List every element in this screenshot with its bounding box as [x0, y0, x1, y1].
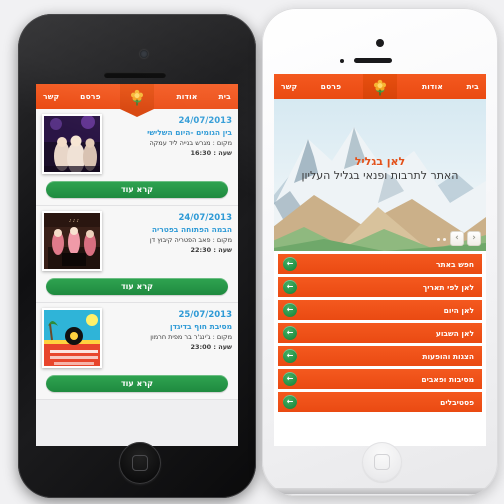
front-camera-icon [376, 39, 384, 47]
flower-icon [130, 89, 144, 106]
event-title[interactable]: בין הגומים -היום השלישי [108, 127, 232, 138]
event-card[interactable]: 24/07/2013 בין הגומים -היום השלישי מקום … [36, 109, 238, 206]
event-card[interactable]: 24/07/2013 הבמה הפתוחה בפטריה מקום : פאב… [36, 206, 238, 303]
device-bottom-edge [268, 488, 492, 494]
event-thumbnail[interactable]: ♪ ♪ ♪ [42, 211, 102, 271]
menu-item-label: לאן היום [443, 305, 474, 315]
proximity-sensor-icon [340, 59, 344, 63]
sidebar-item-contact[interactable]: קשר [43, 92, 59, 101]
carousel-next-button[interactable]: › [467, 231, 481, 246]
menu-item-parties-pubs[interactable]: מסיבות ופאבים ← [278, 369, 482, 389]
menu-item-search-site[interactable]: חפש באתר ← [278, 254, 482, 274]
sidebar-item-publish[interactable]: פרסם [321, 82, 342, 91]
sidebar-item-home[interactable]: בית [466, 82, 479, 91]
front-camera-icon [140, 50, 148, 58]
menu-item-label: לאן לפי תאריך [422, 282, 474, 292]
arrow-left-icon: ← [283, 372, 297, 386]
right-phone-screen: בית אודות פרסם קשר לאן בגליל האתר לתרבות… [274, 74, 486, 446]
sidebar-item-publish[interactable]: פרסם [80, 92, 101, 101]
right-navbar: בית אודות פרסם קשר [274, 74, 486, 107]
event-date: 24/07/2013 [178, 213, 232, 223]
event-title[interactable]: הבמה הפתוחה בפטריה [108, 224, 232, 235]
menu-item-today[interactable]: לאן היום ← [278, 300, 482, 320]
screenshot-stage: בית אודות פרסם קשר 24/07/2013 בין הגומים… [0, 0, 504, 504]
carousel-dot[interactable] [443, 238, 446, 241]
menu-item-label: חפש באתר [435, 259, 474, 269]
logo-button[interactable] [120, 84, 154, 117]
hero-subtitle: האתר לתרבות ופנאי בגליל העליון [301, 169, 459, 182]
menu-item-label: פסטיבלים [440, 397, 474, 407]
home-button[interactable] [119, 442, 161, 484]
menu-item-label: הצגות והופעות [422, 351, 474, 361]
earpiece-speaker [354, 58, 392, 63]
event-thumbnail[interactable] [42, 308, 102, 368]
sidebar-item-contact[interactable]: קשר [281, 82, 297, 91]
left-navbar: בית אודות פרסם קשר [36, 84, 238, 117]
main-menu-list: חפש באתר ← לאן לפי תאריך ← לאן היום ← לא… [274, 251, 486, 412]
event-place: מקום : מגרש בנייה ליד עמקה [149, 139, 232, 147]
arrow-left-icon: ← [283, 303, 297, 317]
earpiece-speaker [104, 72, 166, 78]
arrow-left-icon: ← [283, 326, 297, 340]
hero-carousel[interactable]: לאן בגליל האתר לתרבות ופנאי בגליל העליון… [274, 99, 486, 251]
flower-icon [373, 79, 387, 96]
carousel-dot[interactable] [437, 238, 440, 241]
event-card[interactable]: 25/07/2013 מסיבת חוף בדיגדן מקום : ג'ינג… [36, 303, 238, 400]
menu-item-label: מסיבות ופאבים [421, 374, 474, 384]
carousel-dots[interactable] [437, 238, 446, 241]
svg-text:♪ ♪ ♪: ♪ ♪ ♪ [69, 218, 80, 223]
menu-item-festivals[interactable]: פסטיבלים ← [278, 392, 482, 412]
volume-up-button[interactable] [18, 110, 19, 130]
home-button[interactable] [362, 442, 402, 482]
menu-item-by-date[interactable]: לאן לפי תאריך ← [278, 277, 482, 297]
menu-item-this-week[interactable]: לאן השבוע ← [278, 323, 482, 343]
arrow-left-icon: ← [283, 349, 297, 363]
arrow-left-icon: ← [283, 257, 297, 271]
arrow-left-icon: ← [283, 280, 297, 294]
sidebar-item-home[interactable]: בית [218, 92, 231, 101]
event-thumbnail[interactable] [42, 114, 102, 174]
sidebar-item-about[interactable]: אודות [176, 92, 197, 101]
arrow-left-icon: ← [283, 395, 297, 409]
menu-item-label: לאן השבוע [435, 328, 474, 338]
left-phone-screen: בית אודות פרסם קשר 24/07/2013 בין הגומים… [36, 84, 238, 446]
volume-down-button[interactable] [18, 138, 19, 158]
event-place: מקום : פאב הפטריה קיבוץ דן [149, 236, 232, 244]
event-time: שעה : 16:30 [190, 149, 232, 157]
iphone-black-device: בית אודות פרסם קשר 24/07/2013 בין הגומים… [18, 14, 256, 498]
hero-title: לאן בגליל [354, 155, 406, 168]
menu-item-shows[interactable]: הצגות והופעות ← [278, 346, 482, 366]
carousel-prev-button[interactable]: ‹ [450, 231, 464, 246]
event-time: שעה : 23:00 [190, 343, 232, 351]
read-more-button[interactable]: קרא עוד [46, 375, 228, 392]
event-title[interactable]: מסיבת חוף בדיגדן [108, 321, 232, 332]
event-place: מקום : ג'ינג'ר בר מפית חרמון [150, 333, 232, 341]
event-time: שעה : 22:30 [190, 246, 232, 254]
read-more-button[interactable]: קרא עוד [46, 278, 228, 295]
read-more-button[interactable]: קרא עוד [46, 181, 228, 198]
event-date: 25/07/2013 [178, 310, 232, 320]
events-feed[interactable]: 24/07/2013 בין הגומים -היום השלישי מקום … [36, 109, 238, 446]
iphone-white-device: בית אודות פרסם קשר לאן בגליל האתר לתרבות… [262, 8, 498, 496]
sidebar-item-about[interactable]: אודות [422, 82, 443, 91]
